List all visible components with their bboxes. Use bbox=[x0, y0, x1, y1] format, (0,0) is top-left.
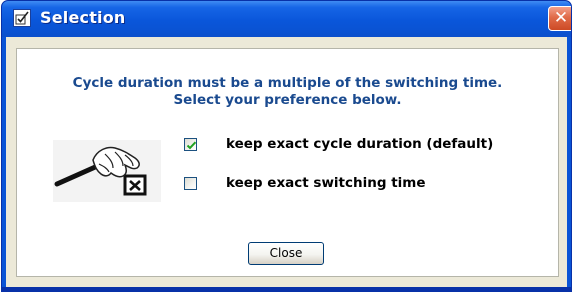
title-bar[interactable]: Selection ✕ bbox=[2, 1, 571, 37]
window-icon bbox=[13, 9, 31, 27]
checkbox-switching-time[interactable] bbox=[184, 176, 197, 190]
checkbox-cycle-duration[interactable] bbox=[184, 137, 197, 151]
checkmark-icon bbox=[186, 141, 197, 149]
window-title: Selection bbox=[40, 8, 126, 27]
close-button[interactable]: Close bbox=[248, 242, 324, 265]
instruction-message: Cycle duration must be a multiple of the… bbox=[17, 75, 558, 109]
option-keep-exact-cycle-duration[interactable]: keep exact cycle duration (default) bbox=[184, 135, 493, 153]
selection-dialog: Selection ✕ Cycle duration must be a mul… bbox=[1, 0, 572, 292]
option-label-cycle-duration[interactable]: keep exact cycle duration (default) bbox=[226, 135, 493, 153]
close-window-icon[interactable]: ✕ bbox=[548, 6, 571, 31]
message-line-2: Select your preference below. bbox=[173, 92, 402, 108]
option-keep-exact-switching-time[interactable]: keep exact switching time bbox=[184, 174, 426, 192]
message-line-1: Cycle duration must be a multiple of the… bbox=[72, 75, 503, 91]
hand-pen-checkbox-icon bbox=[53, 140, 161, 202]
dialog-body: Cycle duration must be a multiple of the… bbox=[6, 37, 567, 287]
option-label-switching-time[interactable]: keep exact switching time bbox=[226, 174, 426, 192]
options-panel: Cycle duration must be a multiple of the… bbox=[16, 48, 559, 277]
window-frame-bottom bbox=[2, 287, 571, 291]
